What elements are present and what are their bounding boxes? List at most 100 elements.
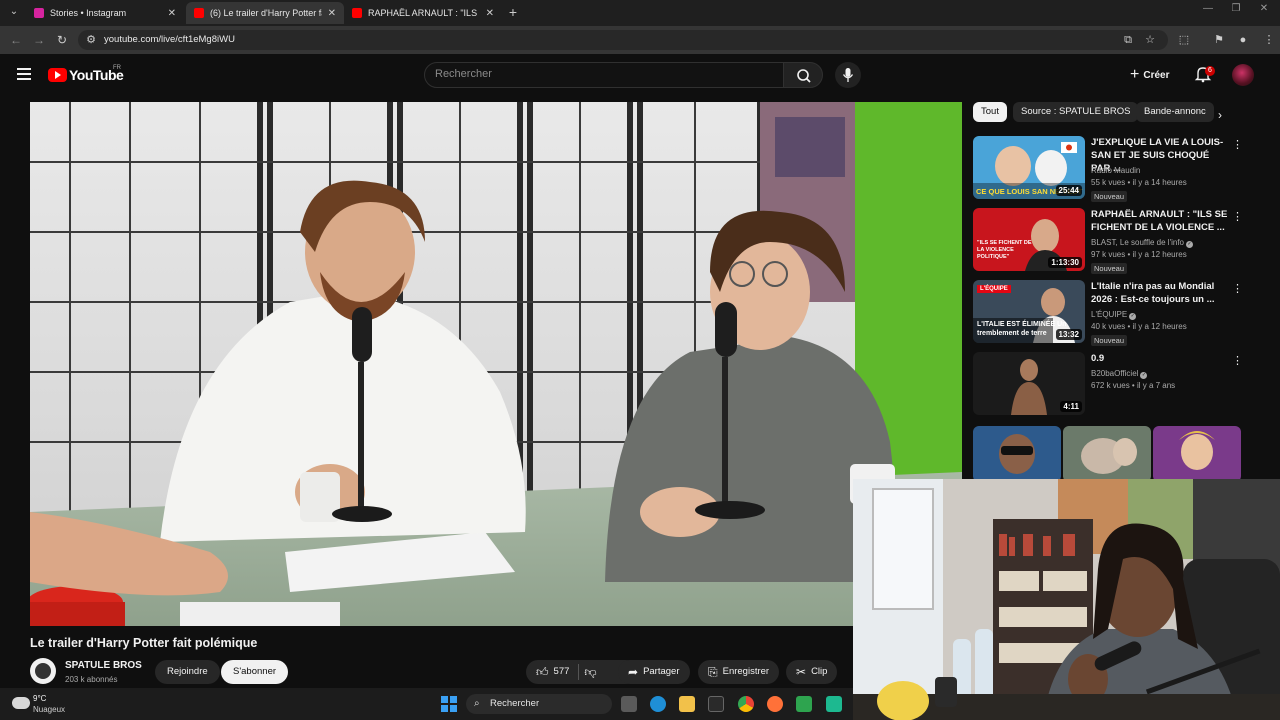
recommendation-item[interactable]: L'ÉQUIPE L'ITALIE EST ÉLIMINÉE Un trembl… — [973, 280, 1243, 346]
new-badge: Nouveau — [1091, 263, 1128, 274]
clip-button[interactable]: ✂ Clip — [786, 660, 838, 684]
recommendation-item[interactable]: "ILS SE FICHENT DE LA VIOLENCE POLITIQUE… — [973, 208, 1243, 274]
chip-trailer[interactable]: Bande-annonc — [1136, 102, 1214, 122]
duration-badge: 4:11 — [1060, 401, 1082, 412]
recommendation-item[interactable]: 4:11 0.9 B20baOfficiel ✓ 672 k vues • il … — [973, 352, 1243, 416]
close-icon[interactable]: ✕ — [486, 8, 494, 19]
search-icon: ⌕ — [474, 698, 480, 709]
extensions-icon[interactable]: ⬚ — [1177, 33, 1191, 47]
verified-icon: ✓ — [1140, 372, 1148, 379]
url-text[interactable]: youtube.com/live/cft1eMg8iWU — [104, 34, 235, 45]
country-code: FR — [113, 65, 121, 71]
video-thumbnail[interactable]: 4:11 — [973, 352, 1085, 415]
microphone-icon — [842, 68, 854, 82]
app-icon[interactable] — [796, 696, 812, 712]
like-icon[interactable]: 👍︎ — [536, 660, 549, 684]
chip-source[interactable]: Source : SPATULE BROS — [1013, 102, 1139, 122]
short-thumbnail[interactable] — [1153, 426, 1241, 482]
account-avatar[interactable] — [1232, 64, 1254, 86]
file-explorer-icon[interactable] — [679, 696, 695, 712]
chip-all[interactable]: Tout — [973, 102, 1007, 122]
duration-badge: 25:44 — [1055, 185, 1082, 196]
search-placeholder: Rechercher — [435, 68, 492, 80]
store-icon[interactable] — [708, 696, 724, 712]
recommendation-title[interactable]: 0.9 — [1091, 352, 1231, 365]
weather-condition[interactable]: Nuageux — [33, 705, 65, 714]
video-thumbnail[interactable]: L'ÉQUIPE L'ITALIE EST ÉLIMINÉE Un trembl… — [973, 280, 1085, 343]
video-title: Le trailer d'Harry Potter fait polémique — [30, 636, 258, 650]
video-thumbnail[interactable]: CE QUE LOUIS SAN NE VEUT 25:44 — [973, 136, 1085, 199]
duration-badge: 1:13:30 — [1048, 257, 1082, 268]
recommendation-title[interactable]: RAPHAËL ARNAULT : "ILS SE FICHENT DE LA … — [1091, 208, 1231, 234]
recommendation-channel[interactable]: BLAST, Le souffle de l'info ✓ — [1091, 238, 1193, 248]
recommendation-meta: 672 k vues • il y a 7 ans — [1091, 381, 1176, 390]
cloud-icon[interactable] — [12, 697, 30, 709]
search-button[interactable] — [783, 62, 823, 88]
thumbnail-caption: "ILS SE FICHENT DE LA VIOLENCE POLITIQUE… — [977, 240, 1032, 260]
close-icon[interactable]: ✕ — [168, 8, 176, 19]
windows-start-icon[interactable] — [441, 696, 457, 712]
share-button[interactable]: ➦ Partager — [618, 660, 690, 684]
join-button[interactable]: Rejoindre — [155, 660, 220, 684]
edge-icon[interactable] — [650, 696, 666, 712]
new-badge: Nouveau — [1091, 191, 1128, 202]
tab-title: (6) Le trailer d'Harry Potter fait p — [210, 8, 322, 18]
close-icon[interactable]: ✕ — [328, 8, 336, 19]
more-options-icon[interactable]: ⋮ — [1232, 282, 1243, 295]
browser-menu-icon[interactable]: ⋮ — [1262, 33, 1276, 47]
create-button[interactable]: + Créer — [1130, 64, 1169, 86]
recommendation-channel[interactable]: B20baOfficiel ✓ — [1091, 369, 1148, 379]
more-options-icon[interactable]: ⋮ — [1232, 354, 1243, 367]
task-view-icon[interactable] — [621, 696, 637, 712]
address-field[interactable] — [78, 30, 1168, 50]
voice-search-button[interactable] — [835, 62, 861, 88]
minimize-button[interactable]: — — [1194, 3, 1222, 14]
recommendation-channel[interactable]: Radio Maudin — [1091, 166, 1140, 175]
reload-icon[interactable]: ↻ — [54, 33, 70, 47]
share-label: Partager — [643, 666, 680, 677]
more-options-icon[interactable]: ⋮ — [1232, 210, 1243, 223]
site-info-icon[interactable]: ⚙ — [84, 33, 98, 47]
extension-icon[interactable]: ⚑ — [1212, 33, 1226, 47]
recommendation-title[interactable]: L'Italie n'ira pas au Mondial 2026 : Est… — [1091, 280, 1231, 306]
subscribe-button[interactable]: S'abonner — [221, 660, 289, 684]
channel-name[interactable]: SPATULE BROS — [65, 660, 142, 671]
firefox-icon[interactable] — [767, 696, 783, 712]
app-icon[interactable] — [826, 696, 842, 712]
taskbar-search-placeholder: Rechercher — [490, 698, 540, 709]
more-options-icon[interactable]: ⋮ — [1232, 138, 1243, 151]
profile-icon[interactable]: ● — [1236, 33, 1250, 47]
youtube-icon — [352, 8, 362, 18]
bookmark-icon: ⎘ — [708, 665, 718, 679]
back-icon[interactable]: ← — [8, 33, 24, 47]
tab-title: RAPHAËL ARNAULT : "ILS SE FI — [368, 8, 480, 18]
short-thumbnail[interactable] — [973, 426, 1061, 482]
chrome-icon[interactable] — [738, 696, 754, 712]
tab-instagram[interactable]: Stories • Instagram ✕ — [26, 2, 184, 24]
video-thumbnail[interactable]: "ILS SE FICHENT DE LA VIOLENCE POLITIQUE… — [973, 208, 1085, 271]
thumbnail-tag: L'ÉQUIPE — [977, 285, 1011, 293]
new-tab-button[interactable]: + — [505, 3, 521, 21]
save-button[interactable]: ⎘ Enregistrer — [698, 660, 780, 684]
video-frame — [30, 102, 962, 626]
install-app-icon[interactable]: ⧉ — [1121, 33, 1135, 47]
recommendation-item[interactable]: CE QUE LOUIS SAN NE VEUT 25:44 J'EXPLIQU… — [973, 136, 1243, 202]
tab-youtube-other[interactable]: RAPHAËL ARNAULT : "ILS SE FI ✕ — [344, 2, 502, 24]
recommendation-meta: 40 k vues • il y a 12 heures — [1091, 322, 1187, 331]
weather-temperature[interactable]: 9°C — [33, 694, 46, 703]
tab-youtube-current[interactable]: (6) Le trailer d'Harry Potter fait p ✕ — [186, 2, 344, 24]
menu-icon[interactable] — [17, 68, 31, 80]
forward-icon[interactable]: → — [31, 33, 47, 47]
recommendation-channel[interactable]: L'ÉQUIPE ✓ — [1091, 310, 1137, 320]
youtube-icon — [194, 8, 204, 18]
window-close-button[interactable]: ✕ — [1250, 3, 1278, 14]
dislike-icon[interactable]: 👎︎ — [584, 660, 596, 684]
like-count[interactable]: 577 — [554, 660, 570, 684]
maximize-button[interactable]: ❐ — [1222, 3, 1250, 14]
bookmark-star-icon[interactable]: ☆ — [1143, 33, 1157, 47]
save-label: Enregistrer — [722, 666, 770, 677]
video-player[interactable] — [30, 102, 962, 626]
chevron-right-icon[interactable]: › — [1218, 108, 1222, 122]
tab-search-icon[interactable]: ⌄ — [6, 4, 22, 20]
short-thumbnail[interactable] — [1063, 426, 1151, 482]
